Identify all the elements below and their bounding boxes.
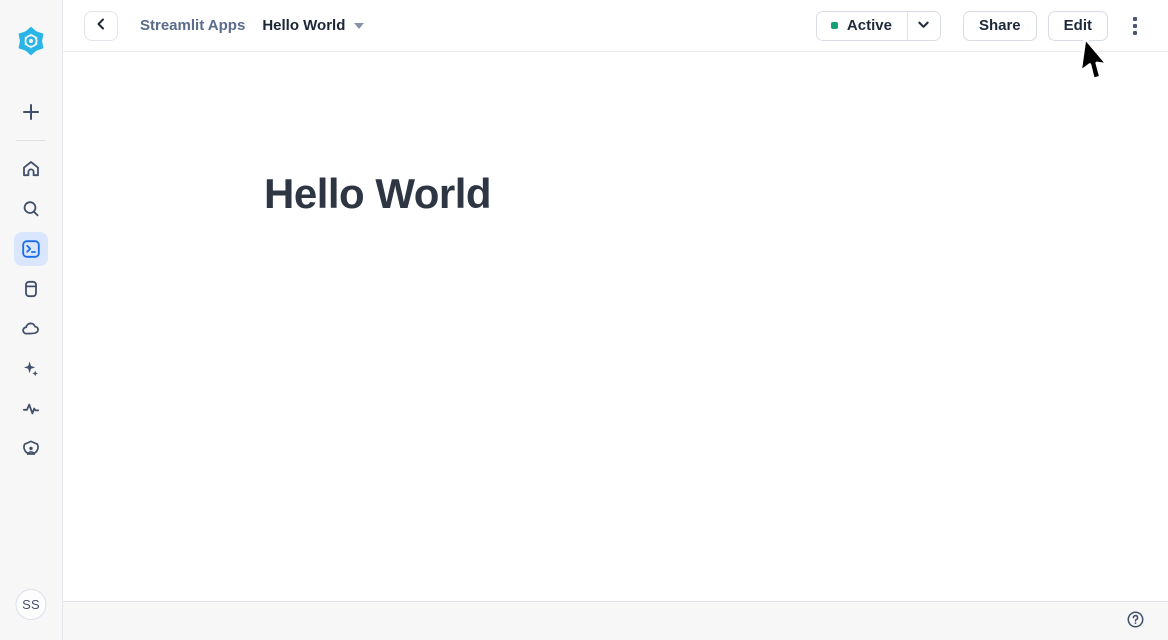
status-dot-icon <box>831 22 838 29</box>
sidebar-item-admin[interactable] <box>14 432 48 466</box>
help-question-icon <box>1126 610 1145 632</box>
more-options-button[interactable] <box>1120 11 1150 41</box>
plus-icon <box>21 102 41 122</box>
back-chevron-icon <box>94 17 108 34</box>
sidebar-item-cloud[interactable] <box>14 312 48 346</box>
app-title-dropdown[interactable]: Hello World <box>262 17 364 34</box>
edit-button[interactable]: Edit <box>1048 11 1108 41</box>
help-button[interactable] <box>1124 610 1146 632</box>
page-title: Hello World <box>262 17 345 34</box>
kebab-menu-icon <box>1133 17 1137 35</box>
snowflake-logo[interactable] <box>14 24 48 58</box>
activity-pulse-icon <box>21 399 41 419</box>
status-split-button: Active <box>816 11 941 41</box>
sidebar-item-projects[interactable] <box>14 232 48 266</box>
title-caret-icon <box>354 23 364 29</box>
sidebar-item-data[interactable] <box>14 272 48 306</box>
sidebar-item-activity[interactable] <box>14 392 48 426</box>
projects-terminal-icon <box>21 239 41 259</box>
sidebar-item-home[interactable] <box>14 152 48 186</box>
status-chevron-down-icon <box>917 18 930 34</box>
status-label: Active <box>847 17 892 34</box>
topbar: Streamlit Apps Hello World Active Share … <box>63 0 1168 52</box>
avatar-initials: SS <box>22 597 40 612</box>
share-button[interactable]: Share <box>963 11 1037 41</box>
data-database-icon <box>21 279 41 299</box>
sidebar-nav <box>14 152 48 466</box>
search-icon <box>21 199 41 219</box>
back-button[interactable] <box>84 11 118 41</box>
footer <box>63 601 1168 640</box>
topbar-actions: Active Share Edit <box>816 11 1150 41</box>
sidebar-item-search[interactable] <box>14 192 48 226</box>
ai-sparkles-icon <box>21 359 41 379</box>
status-button[interactable]: Active <box>817 12 907 40</box>
sidebar-item-ai[interactable] <box>14 352 48 386</box>
status-chevron-button[interactable] <box>907 12 940 40</box>
new-plus-button[interactable] <box>14 95 48 129</box>
home-icon <box>21 159 41 179</box>
sidebar: SS <box>0 0 63 640</box>
app-content: Hello World <box>63 52 1168 601</box>
cloud-icon <box>21 319 41 339</box>
topbar-left: Streamlit Apps Hello World <box>84 11 364 41</box>
app-heading: Hello World <box>264 170 491 218</box>
user-avatar[interactable]: SS <box>16 589 47 620</box>
breadcrumb-streamlit-apps[interactable]: Streamlit Apps <box>140 17 245 34</box>
sidebar-divider <box>16 140 46 141</box>
admin-shield-icon <box>21 439 41 459</box>
